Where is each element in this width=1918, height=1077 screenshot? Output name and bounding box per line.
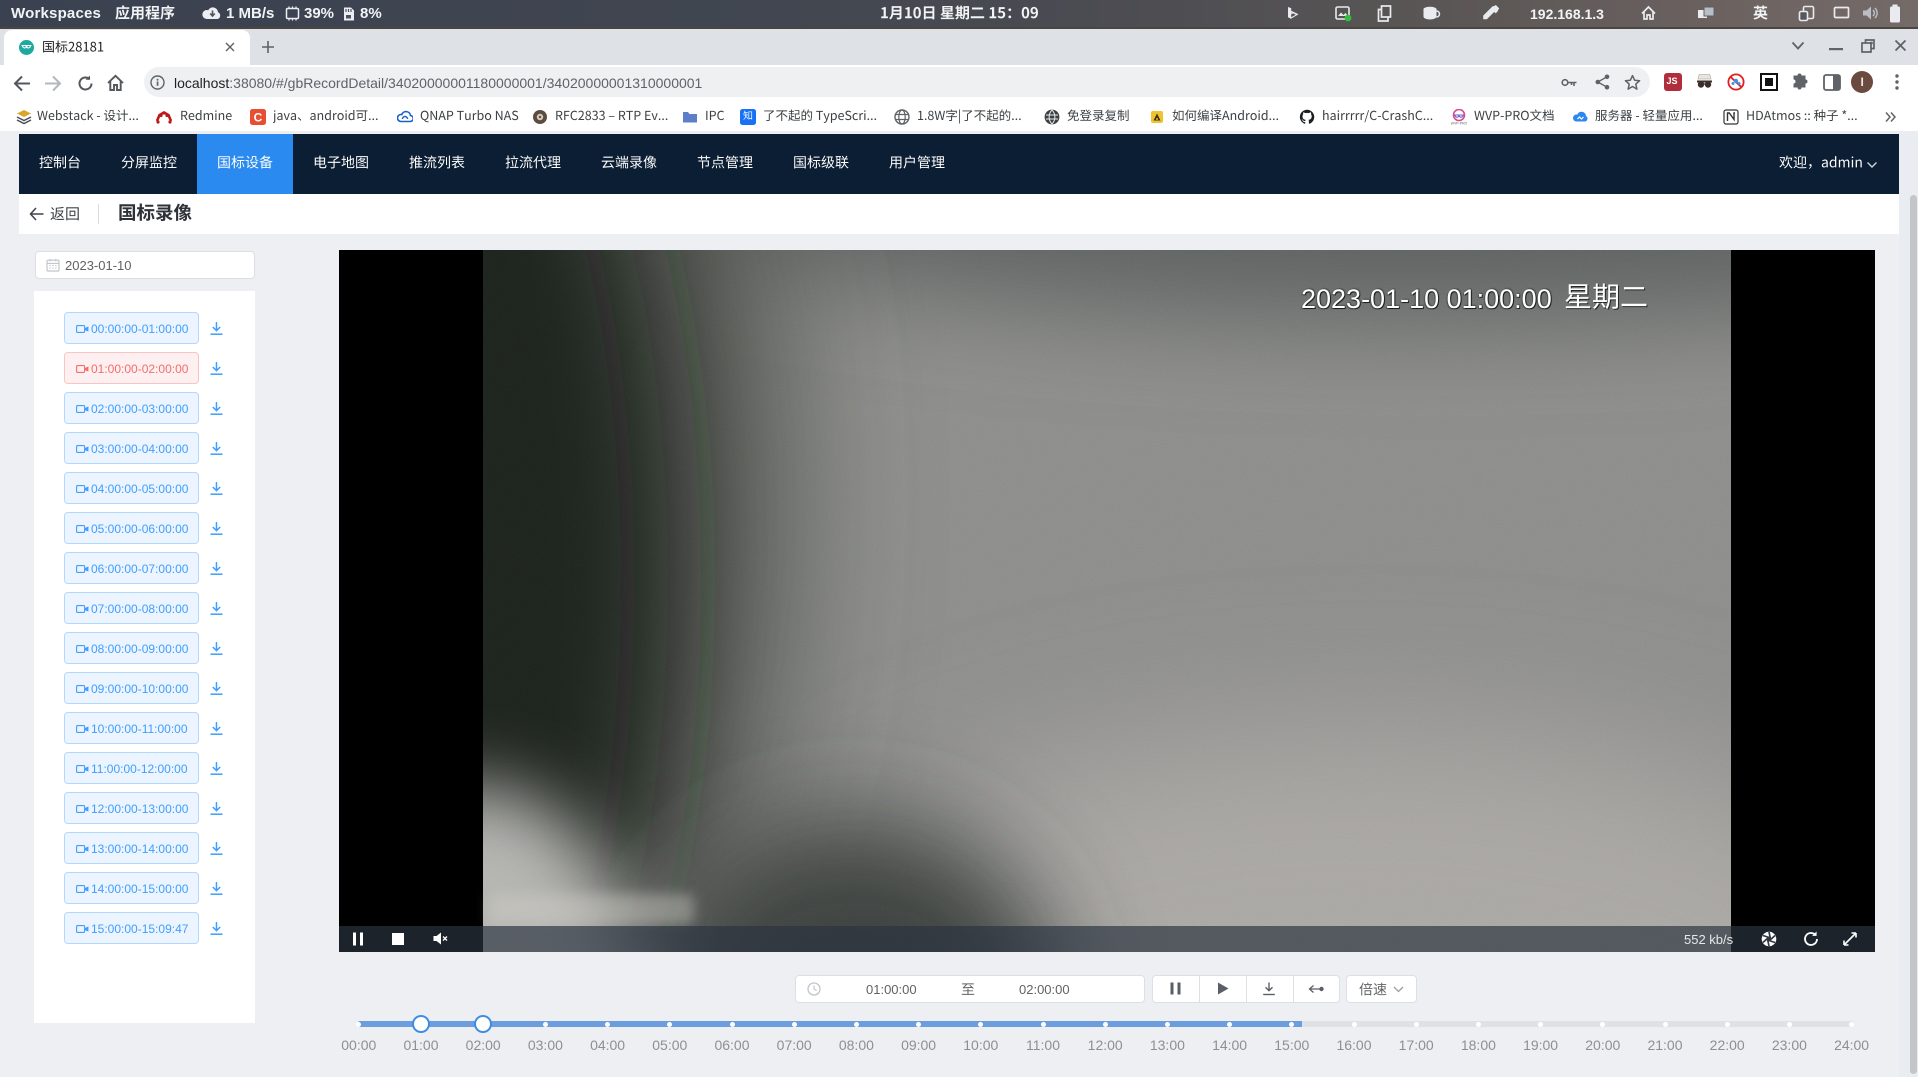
svg-text:C: C bbox=[254, 111, 263, 125]
svg-text:WVP-PRO: WVP-PRO bbox=[1451, 122, 1467, 126]
